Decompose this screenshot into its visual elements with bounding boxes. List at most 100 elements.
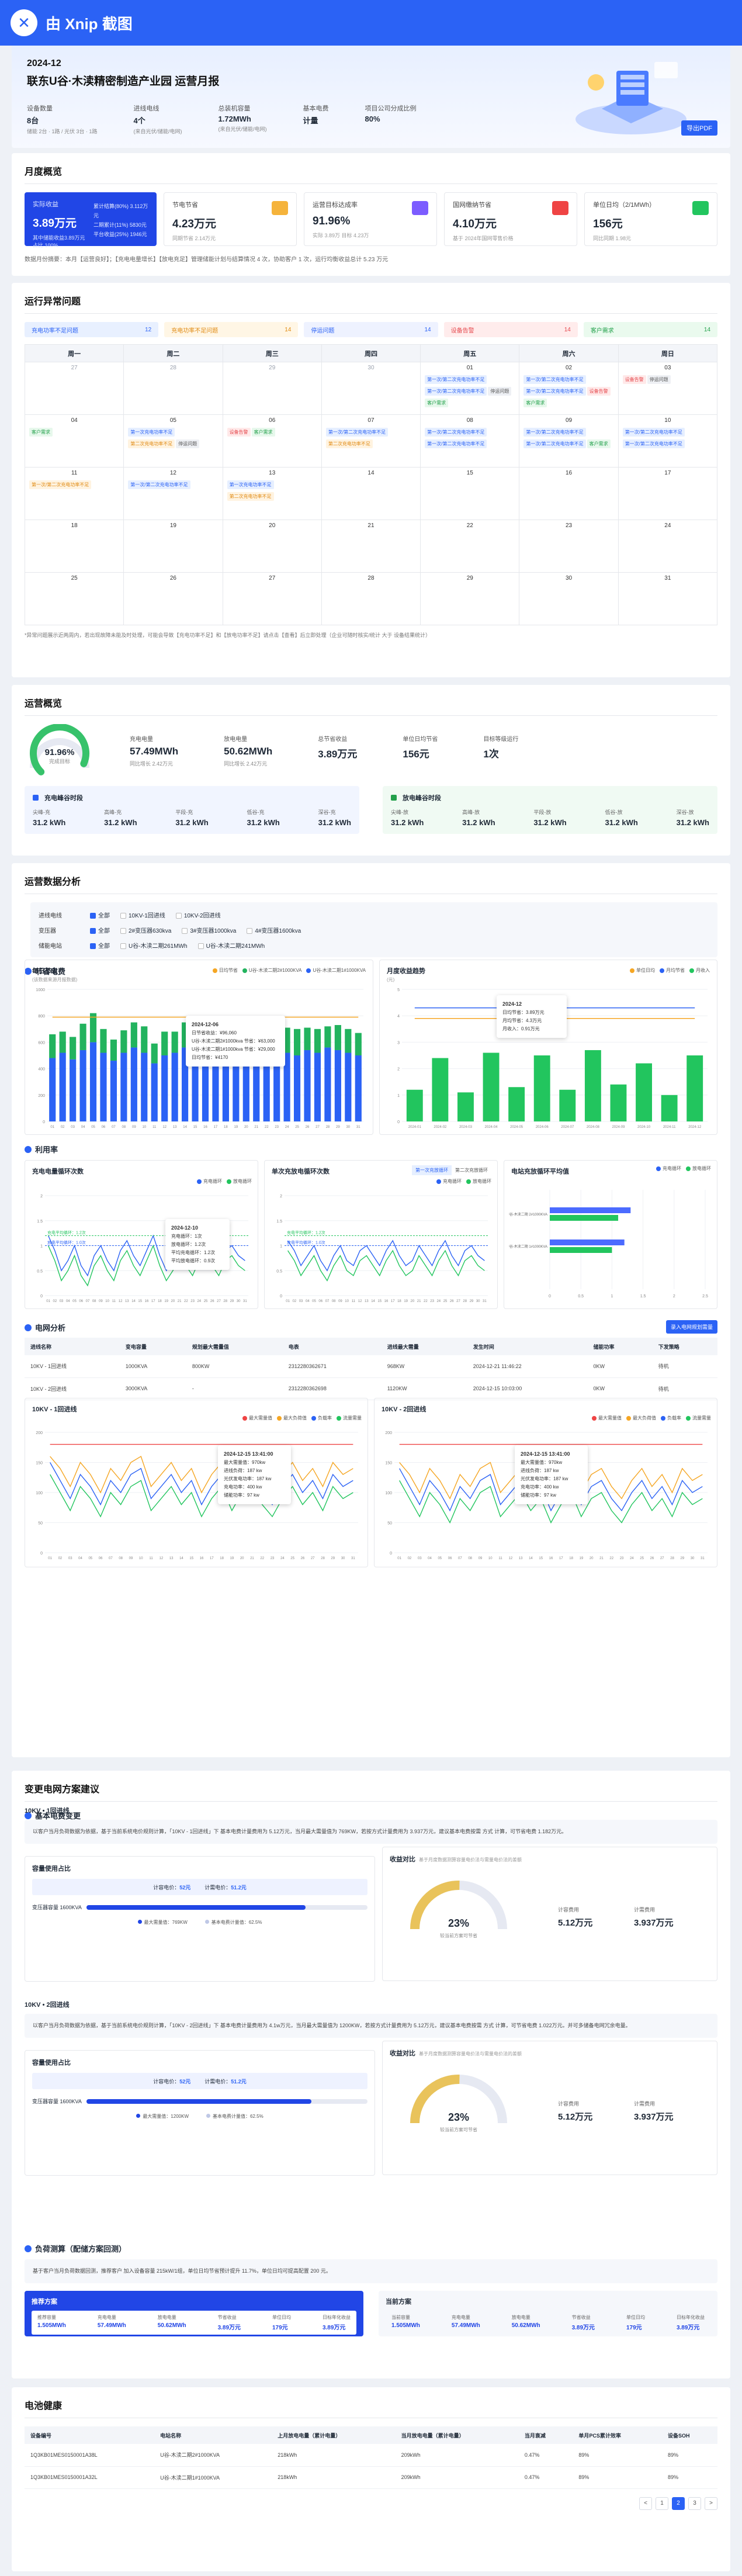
- issue-tag[interactable]: 客户需求: [29, 428, 53, 437]
- issue-tag[interactable]: 第二次充电功率不足: [128, 439, 175, 448]
- legend-item[interactable]: U谷-木渎二期2#1000KVA: [242, 967, 301, 974]
- legend-item[interactable]: 充电循环: [656, 1165, 681, 1172]
- filter-option[interactable]: 3#变压器1000kva: [182, 926, 236, 934]
- issue-category[interactable]: 充电功率不足问题 12: [25, 322, 159, 337]
- issue-tag[interactable]: 客户需求: [425, 399, 449, 407]
- legend-item[interactable]: 放电循环: [227, 1178, 252, 1185]
- calendar-day[interactable]: 17: [618, 467, 718, 520]
- page-button[interactable]: 1: [656, 2497, 668, 2510]
- issue-tag[interactable]: 第一次/第二次充电功率不足: [622, 439, 685, 448]
- calendar-day[interactable]: 12 第一次/第二次充电功率不足: [123, 467, 223, 520]
- legend-item[interactable]: 最大负荷值: [626, 1415, 656, 1421]
- issue-tag[interactable]: 第二次充电功率不足: [227, 492, 274, 501]
- calendar-day[interactable]: 01 第一次/第二次充电功率不足第一次/第二次充电功率不足 停运问题客户需求: [420, 362, 520, 415]
- calendar-day[interactable]: 09 第一次/第二次充电功率不足第一次/第二次充电功率不足 客户需求: [519, 414, 619, 468]
- tab-first-cycle[interactable]: 第一次充放循环: [412, 1165, 452, 1175]
- calendar-day[interactable]: 22: [420, 520, 520, 573]
- calendar-day[interactable]: 16: [519, 467, 619, 520]
- filter-option[interactable]: 2#变压器630kva: [120, 926, 171, 934]
- legend-item[interactable]: 单位日均: [630, 967, 655, 974]
- legend-item[interactable]: 放电循环: [466, 1178, 491, 1185]
- issue-category[interactable]: 客户需求 14: [583, 322, 718, 337]
- export-pdf-button[interactable]: 导出PDF: [681, 120, 717, 136]
- calendar-day[interactable]: 10 第一次/第二次充电功率不足第一次/第二次充电功率不足: [618, 414, 718, 468]
- issue-tag[interactable]: 停运问题: [647, 375, 671, 384]
- calendar-day[interactable]: 20: [222, 520, 322, 573]
- calendar-day[interactable]: 07 第一次/第二次充电功率不足第二次充电功率不足: [321, 414, 421, 468]
- issue-tag[interactable]: 第一次/第二次充电功率不足: [425, 439, 487, 448]
- issue-tag[interactable]: 第一次充电功率不足: [128, 428, 175, 437]
- issue-tag[interactable]: 设备告警: [587, 387, 611, 396]
- add-demand-button[interactable]: 录入电网规划需量: [665, 1320, 717, 1334]
- issue-tag[interactable]: 第一次/第二次充电功率不足: [622, 428, 685, 437]
- page-button[interactable]: 3: [688, 2497, 701, 2510]
- calendar-day[interactable]: 31: [618, 572, 718, 625]
- calendar-day[interactable]: 27: [24, 362, 124, 415]
- calendar-day[interactable]: 29: [222, 362, 322, 415]
- calendar-day[interactable]: 27: [222, 572, 322, 625]
- issue-tag[interactable]: 第一次/第二次充电功率不足: [523, 387, 586, 396]
- page-button[interactable]: 2: [672, 2497, 685, 2510]
- legend-item[interactable]: 充电循环: [436, 1178, 462, 1185]
- issue-category[interactable]: 停运问题 14: [304, 322, 438, 337]
- calendar-day[interactable]: 05 第一次充电功率不足第二次充电功率不足 停运问题: [123, 414, 223, 468]
- issue-tag[interactable]: 第一次/第二次充电功率不足: [128, 480, 190, 489]
- issue-category[interactable]: 设备告警 14: [443, 322, 578, 337]
- legend-item[interactable]: 负载率: [311, 1415, 332, 1421]
- calendar-day[interactable]: 11 第一次/第二次充电功率不足: [24, 467, 124, 520]
- issue-tag[interactable]: 第一次/第二次充电功率不足: [523, 375, 586, 384]
- calendar-day[interactable]: 04 客户需求: [24, 414, 124, 468]
- calendar-day[interactable]: 14: [321, 467, 421, 520]
- tab-second-cycle[interactable]: 第二次充放循环: [452, 1165, 491, 1175]
- legend-item[interactable]: 日均节省: [212, 967, 238, 974]
- calendar-day[interactable]: 23: [519, 520, 619, 573]
- filter-option[interactable]: U谷-木渎二期261MWh: [120, 941, 188, 950]
- calendar-day[interactable]: 02 第一次/第二次充电功率不足第一次/第二次充电功率不足 设备告警客户需求: [519, 362, 619, 415]
- issue-category[interactable]: 充电功率不足问题 14: [164, 322, 299, 337]
- issue-tag[interactable]: 客户需求: [251, 428, 275, 437]
- legend-item[interactable]: 最大需量值: [592, 1415, 622, 1421]
- calendar-day[interactable]: 08 第一次/第二次充电功率不足第一次/第二次充电功率不足: [420, 414, 520, 468]
- legend-item[interactable]: 月收入: [689, 967, 710, 974]
- issue-tag[interactable]: 第二次充电功率不足: [325, 439, 373, 448]
- page-button[interactable]: >: [705, 2497, 717, 2510]
- issue-tag[interactable]: 设备告警: [227, 428, 251, 437]
- filter-option[interactable]: U谷-木渎二期241MWh: [197, 941, 265, 950]
- calendar-day[interactable]: 06 设备告警 客户需求: [222, 414, 322, 468]
- issue-tag[interactable]: 客户需求: [523, 399, 547, 407]
- issue-tag[interactable]: 第一次充电功率不足: [227, 480, 274, 489]
- issue-tag[interactable]: 停运问题: [488, 387, 512, 396]
- issue-tag[interactable]: 第一次/第二次充电功率不足: [29, 480, 92, 489]
- legend-item[interactable]: 流量需量: [686, 1415, 711, 1421]
- issue-tag[interactable]: 第一次/第二次充电功率不足: [425, 387, 487, 396]
- issue-tag[interactable]: 第一次/第二次充电功率不足: [425, 428, 487, 437]
- filter-option[interactable]: 10KV-2回进线: [175, 910, 221, 919]
- issue-tag[interactable]: 第一次/第二次充电功率不足: [425, 375, 487, 384]
- legend-item[interactable]: 放电循环: [686, 1165, 711, 1172]
- filter-option[interactable]: 全部: [90, 926, 110, 934]
- calendar-day[interactable]: 19: [123, 520, 223, 573]
- legend-item[interactable]: 最大需量值: [242, 1415, 272, 1421]
- filter-option[interactable]: 10KV-1回进线: [120, 910, 165, 919]
- legend-item[interactable]: 充电循环: [197, 1178, 222, 1185]
- calendar-day[interactable]: 30: [519, 572, 619, 625]
- calendar-day[interactable]: 30: [321, 362, 421, 415]
- issue-tag[interactable]: 第一次/第二次充电功率不足: [523, 428, 586, 437]
- issue-tag[interactable]: 第一次/第二次充电功率不足: [523, 439, 586, 448]
- legend-item[interactable]: 负载率: [661, 1415, 681, 1421]
- issue-tag[interactable]: 停运问题: [176, 439, 200, 448]
- legend-item[interactable]: 最大负荷值: [277, 1415, 307, 1421]
- filter-option[interactable]: 4#变压器1600kva: [247, 926, 301, 934]
- calendar-day[interactable]: 28: [123, 362, 223, 415]
- calendar-day[interactable]: 28: [321, 572, 421, 625]
- issue-tag[interactable]: 第一次/第二次充电功率不足: [325, 428, 389, 437]
- legend-item[interactable]: U谷-木渎二期1#1000KVA: [306, 967, 366, 974]
- calendar-day[interactable]: 03 设备告警 停运问题: [618, 362, 718, 415]
- calendar-day[interactable]: 26: [123, 572, 223, 625]
- page-button[interactable]: <: [639, 2497, 652, 2510]
- issue-tag[interactable]: 客户需求: [587, 439, 611, 448]
- calendar-day[interactable]: 13 第一次充电功率不足第二次充电功率不足: [222, 467, 322, 520]
- issue-tag[interactable]: 设备告警: [622, 375, 646, 384]
- calendar-day[interactable]: 15: [420, 467, 520, 520]
- calendar-day[interactable]: 29: [420, 572, 520, 625]
